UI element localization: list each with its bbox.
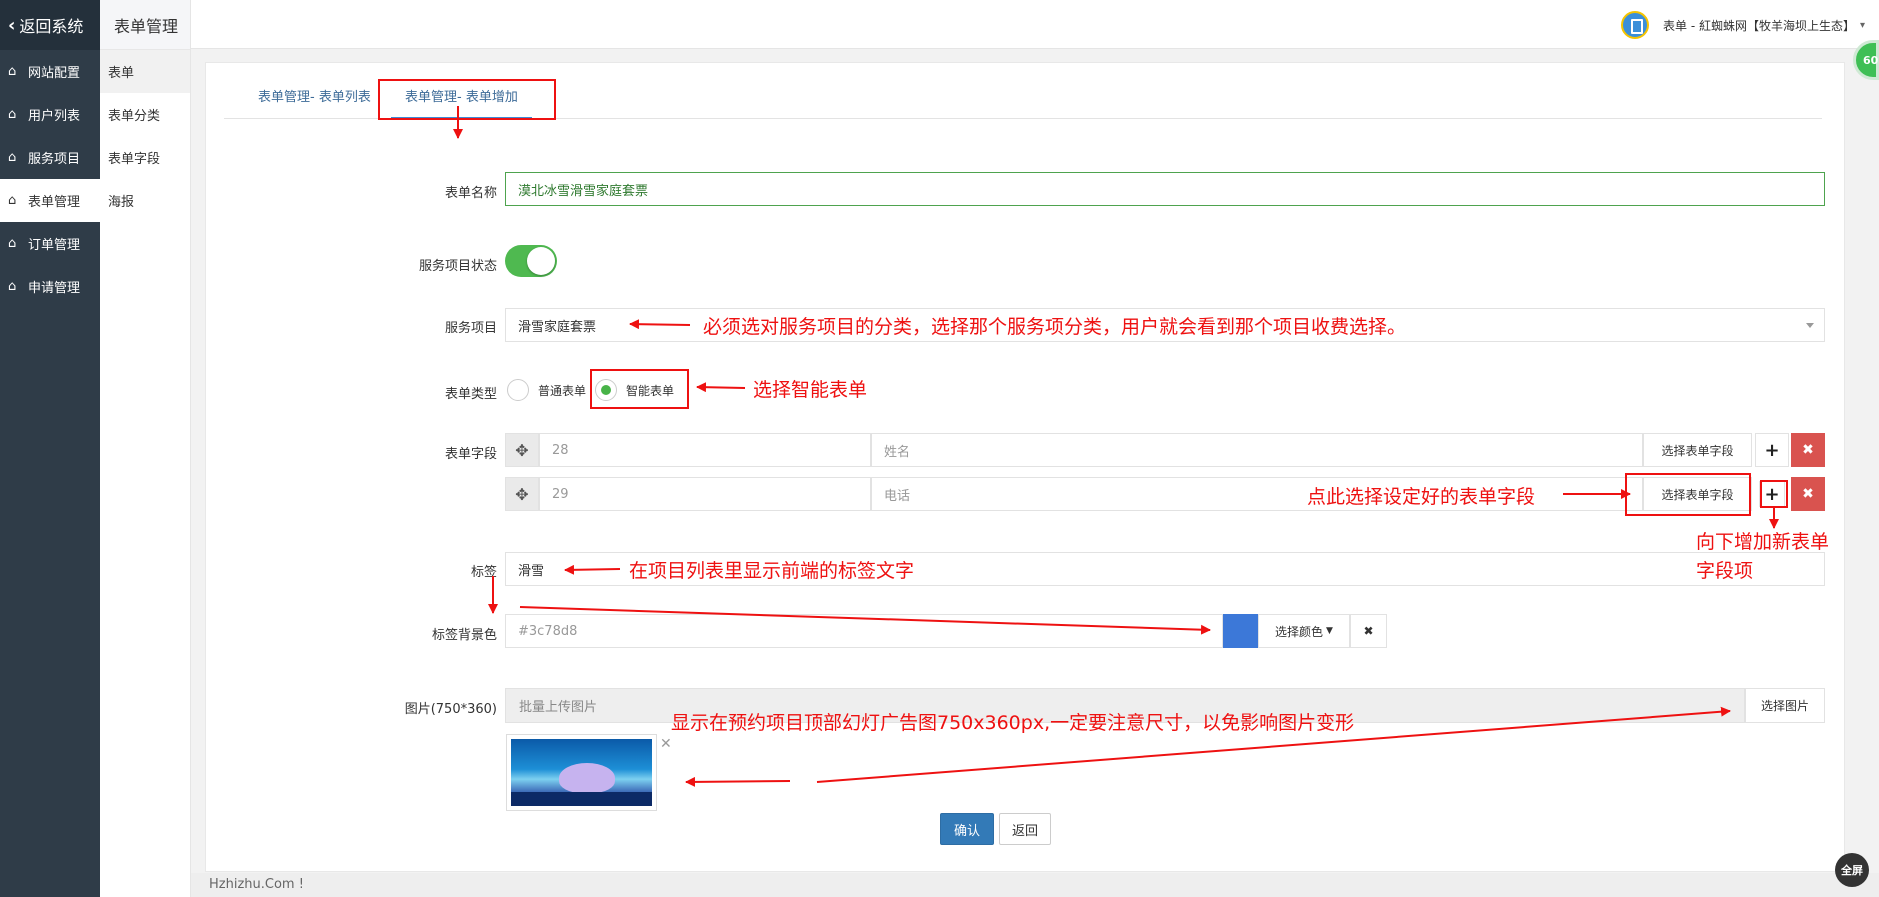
clear-color-button[interactable]: ✖: [1350, 614, 1387, 648]
top-header: 表单 - 紅蜘蛛网【牧羊海坝上生态】 ▾: [191, 0, 1879, 49]
chevron-down-icon: [1806, 323, 1814, 328]
sidebar-item-services[interactable]: ⌂ 服务项目: [0, 136, 100, 179]
sub-sidebar: 表单管理 表单 表单分类 表单字段 海报: [100, 0, 191, 897]
fullscreen-button[interactable]: 全屏: [1835, 853, 1869, 887]
sub-sidebar-title: 表单管理: [100, 0, 190, 50]
remove-field-button[interactable]: ✖: [1791, 433, 1825, 467]
user-label: 表单 - 紅蜘蛛网【牧羊海坝上生态】: [1663, 18, 1855, 33]
ski-banner-image: [511, 739, 652, 806]
field-id-input[interactable]: 29: [539, 477, 871, 511]
user-menu[interactable]: 表单 - 紅蜘蛛网【牧羊海坝上生态】 ▾: [1621, 11, 1865, 39]
choose-image-button[interactable]: 选择图片: [1745, 688, 1825, 723]
annotation-add-note-line1: 向下增加新表单: [1696, 531, 1830, 553]
move-icon[interactable]: ✥: [505, 433, 539, 467]
sidebar-item-orders[interactable]: ⌂ 订单管理: [0, 222, 100, 265]
annotation-tag-note: 在项目列表里显示前端的标签文字: [629, 560, 915, 582]
image-label: 图片(750*360): [404, 702, 497, 717]
footer: Hzhizhu.Com !: [191, 873, 1879, 897]
annotation-box-add-field: [1760, 480, 1788, 508]
sidebar-item-users[interactable]: ⌂ 用户列表: [0, 93, 100, 136]
tag-bg-label: 标签背景色: [431, 628, 497, 643]
annotation-field-note: 点此选择设定好的表单字段: [1307, 486, 1536, 508]
sidebar-item-label: 网站配置: [28, 66, 81, 81]
caret-down-icon: ▼: [1326, 626, 1333, 636]
confirm-button[interactable]: 确认: [940, 813, 994, 845]
move-icon[interactable]: ✥: [505, 477, 539, 511]
annotation-image-note: 显示在预约项目顶部幻灯广告图750x360px,一定要注意尺寸，以免影响图片变形: [671, 712, 1355, 734]
sidebar-item-site-config[interactable]: ⌂ 网站配置: [0, 50, 100, 93]
home-icon: ⌂: [8, 64, 17, 79]
sidebar-item-label: 表单管理: [28, 195, 81, 210]
chevron-left-icon: ‹: [8, 14, 16, 36]
back-to-system-button[interactable]: ‹ 返回系统: [0, 0, 100, 50]
form-type-label: 表单类型: [444, 387, 497, 402]
sidebar-item-label: 订单管理: [28, 238, 81, 253]
home-icon: ⌂: [8, 279, 17, 294]
sidebar-item-label: 服务项目: [28, 152, 81, 167]
back-to-system-label: 返回系统: [19, 17, 84, 36]
uploaded-image-thumbnail: [506, 734, 657, 811]
service-label: 服务项目: [444, 321, 497, 336]
sidebar-item-label: 用户列表: [28, 109, 81, 124]
close-icon: ✖: [1802, 442, 1814, 458]
annotation-box-smart-form: [590, 369, 689, 409]
plus-icon: +: [1764, 439, 1780, 461]
speed-badge[interactable]: 60: [1853, 40, 1879, 80]
home-icon: ⌂: [8, 150, 17, 165]
service-select-value: 滑雪家庭套票: [518, 319, 597, 335]
back-button[interactable]: 返回: [999, 813, 1051, 845]
home-icon: ⌂: [8, 236, 17, 251]
close-icon: ✖: [1802, 486, 1814, 502]
home-icon: ⌂: [8, 107, 17, 122]
tag-label: 标签: [470, 565, 497, 580]
footer-text: Hzhizhu.Com !: [209, 877, 304, 892]
sub-item-poster[interactable]: 海报: [100, 179, 190, 222]
chevron-down-icon: ▾: [1859, 19, 1865, 31]
color-swatch[interactable]: [1223, 614, 1258, 648]
field-id-input[interactable]: 28: [539, 433, 871, 467]
radio-normal-form-label: 普通表单: [538, 384, 587, 398]
select-field-button[interactable]: 选择表单字段: [1643, 433, 1752, 467]
sidebar-item-applications[interactable]: ⌂ 申请管理: [0, 265, 100, 308]
sub-item-form[interactable]: 表单: [100, 50, 190, 93]
close-icon: ✖: [1363, 624, 1374, 638]
sub-item-form-field[interactable]: 表单字段: [100, 136, 190, 179]
service-status-label: 服务项目状态: [418, 259, 497, 274]
toggle-knob: [527, 247, 555, 275]
sidebar-item-label: 申请管理: [28, 281, 81, 296]
annotation-type-note: 选择智能表单: [753, 379, 868, 401]
choose-color-button[interactable]: 选择颜色 ▼: [1258, 614, 1350, 648]
tag-bg-input[interactable]: #3c78d8: [505, 614, 1223, 648]
annotation-service-note: 必须选对服务项目的分类，选择那个服务项分类，用户就会看到那个项目收费选择。: [703, 316, 1407, 338]
service-status-toggle[interactable]: [505, 245, 557, 277]
home-icon: ⌂: [8, 193, 17, 208]
radio-normal-form[interactable]: [507, 379, 529, 401]
add-field-button[interactable]: +: [1755, 433, 1789, 467]
choose-color-label: 选择颜色: [1275, 624, 1324, 639]
annotation-add-note-line2: 字段项: [1696, 560, 1754, 582]
form-fields-label: 表单字段: [444, 447, 497, 462]
form-name-label: 表单名称: [444, 186, 497, 201]
remove-field-button[interactable]: ✖: [1791, 477, 1825, 511]
annotation-box-tab: [378, 79, 556, 120]
avatar: [1621, 11, 1649, 39]
close-icon[interactable]: ✕: [660, 736, 672, 752]
tab-form-list[interactable]: 表单管理- 表单列表: [244, 81, 385, 119]
sub-item-form-category[interactable]: 表单分类: [100, 93, 190, 136]
form-name-input[interactable]: 漠北冰雪滑雪家庭套票: [505, 172, 1825, 206]
sidebar-item-forms[interactable]: ⌂ 表单管理: [0, 179, 100, 222]
annotation-box-select-field: [1625, 473, 1751, 516]
field-name-input[interactable]: 姓名: [871, 433, 1643, 467]
main-sidebar: ‹ 返回系统 ⌂ 网站配置 ⌂ 用户列表 ⌂ 服务项目 ⌂ 表单管理 ⌂ 订单管理 ⌂ 申请…: [0, 0, 100, 897]
